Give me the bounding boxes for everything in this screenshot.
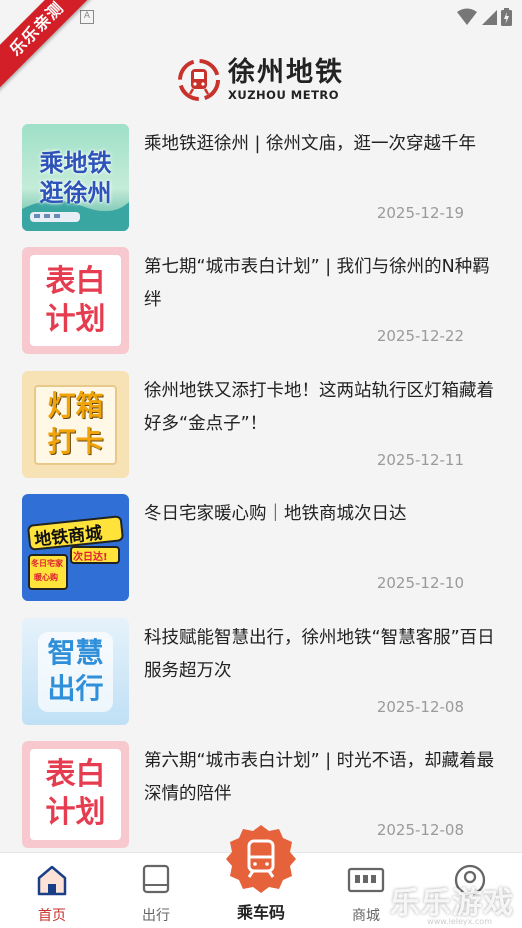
news-date: 2025-12-10 xyxy=(376,574,464,593)
thumb-line: 打卡 xyxy=(47,425,104,459)
news-date: 2025-12-08 xyxy=(376,697,464,716)
news-date: 2025-12-08 xyxy=(376,820,464,839)
news-thumbnail: 表白 计划 xyxy=(22,247,129,355)
mall-icon xyxy=(347,867,385,893)
tab-travel[interactable]: 出行 xyxy=(116,863,196,925)
thumb-line: 计划 xyxy=(45,795,106,831)
tab-ride-code[interactable]: 乘车码 xyxy=(221,823,301,923)
thumb-line: 次日达! xyxy=(73,552,108,564)
bottom-tab-bar: 首页 出行 乘车码 商城 乐乐游戏 www.leleyx.com xyxy=(0,825,522,928)
news-item[interactable]: 表白 计划 第七期“城市表白计划” | 我们与徐州的N种羁绊 2025-12-2… xyxy=(0,247,522,370)
thumb-line: 智慧 xyxy=(47,636,104,670)
notification-icon: A xyxy=(80,10,94,24)
logo-title: 徐州地铁 xyxy=(228,57,344,88)
watermark: 乐乐游戏 xyxy=(390,886,514,921)
news-thumbnail: 智慧 出行 xyxy=(22,617,129,725)
tab-home[interactable]: 首页 xyxy=(12,863,92,925)
thumb-line: 出行 xyxy=(47,672,104,706)
news-thumbnail: 表白 计划 xyxy=(22,740,129,848)
battery-icon xyxy=(501,8,512,26)
news-title[interactable]: 冬日宅家暖心购｜地铁商城次日达 xyxy=(144,498,496,531)
news-thumbnail: 灯箱 打卡 xyxy=(22,370,129,478)
tab-ride-code-label: 乘车码 xyxy=(236,903,285,922)
news-date: 2025-12-22 xyxy=(376,327,464,346)
news-item[interactable]: 地铁商城 次日达! 冬日宅家 暖心购 冬日宅家暖心购｜地铁商城次日达 2025-… xyxy=(0,494,522,617)
watermark-url: www.leleyx.com xyxy=(427,917,492,926)
tab-travel-label: 出行 xyxy=(142,908,170,924)
news-title[interactable]: 徐州地铁又添打卡地！这两站轨行区灯箱藏着好多“金点子”！ xyxy=(144,375,496,441)
app-header: 徐州地铁 XUZHOU METRO xyxy=(0,52,522,108)
news-item[interactable]: 灯箱 打卡 徐州地铁又添打卡地！这两站轨行区灯箱藏着好多“金点子”！ 2025-… xyxy=(0,370,522,494)
thumb-line: 计划 xyxy=(45,301,106,337)
thumb-line: 逛徐州 xyxy=(39,178,112,207)
xuzhou-metro-logo-icon xyxy=(178,59,220,101)
news-thumbnail: 乘地铁 逛徐州 xyxy=(22,124,129,231)
thumb-line: 地铁商城 xyxy=(33,523,104,551)
wifi-icon xyxy=(457,8,477,25)
news-date: 2025-12-19 xyxy=(376,204,464,222)
thumb-line: 乘地铁 xyxy=(39,148,112,177)
signal-icon xyxy=(482,10,497,25)
news-title[interactable]: 乘地铁逛徐州 | 徐州文庙，逛一次穿越千年 xyxy=(144,128,496,161)
status-icons xyxy=(457,8,512,26)
news-title[interactable]: 科技赋能智慧出行，徐州地铁“智慧客服”百日服务超万次 xyxy=(144,622,496,688)
news-title[interactable]: 第七期“城市表白计划” | 我们与徐州的N种羁绊 xyxy=(144,251,496,317)
news-item[interactable]: 智慧 出行 科技赋能智慧出行，徐州地铁“智慧客服”百日服务超万次 2025-12… xyxy=(0,617,522,741)
thumb-line: 暖心购 xyxy=(34,573,58,583)
thumb-line: 表白 xyxy=(45,757,106,793)
thumb-line: 灯箱 xyxy=(47,389,104,423)
news-thumbnail: 地铁商城 次日达! 冬日宅家 暖心购 xyxy=(22,494,129,602)
ride-code-icon xyxy=(226,825,296,893)
news-title[interactable]: 第六期“城市表白计划” | 时光不语，却藏着最深情的陪伴 xyxy=(144,745,496,811)
news-item[interactable]: 乘地铁 逛徐州 乘地铁逛徐州 | 徐州文庙，逛一次穿越千年 2025-12-19 xyxy=(0,124,522,247)
home-icon xyxy=(37,865,67,896)
news-list: 乘地铁 逛徐州 乘地铁逛徐州 | 徐州文庙，逛一次穿越千年 2025-12-19… xyxy=(0,124,522,864)
thumb-line: 表白 xyxy=(45,263,106,299)
thumb-line: 冬日宅家 xyxy=(31,559,63,569)
travel-icon xyxy=(142,864,170,894)
tab-home-label: 首页 xyxy=(38,908,66,924)
logo-subtitle: XUZHOU METRO xyxy=(228,88,340,102)
news-date: 2025-12-11 xyxy=(376,450,464,469)
